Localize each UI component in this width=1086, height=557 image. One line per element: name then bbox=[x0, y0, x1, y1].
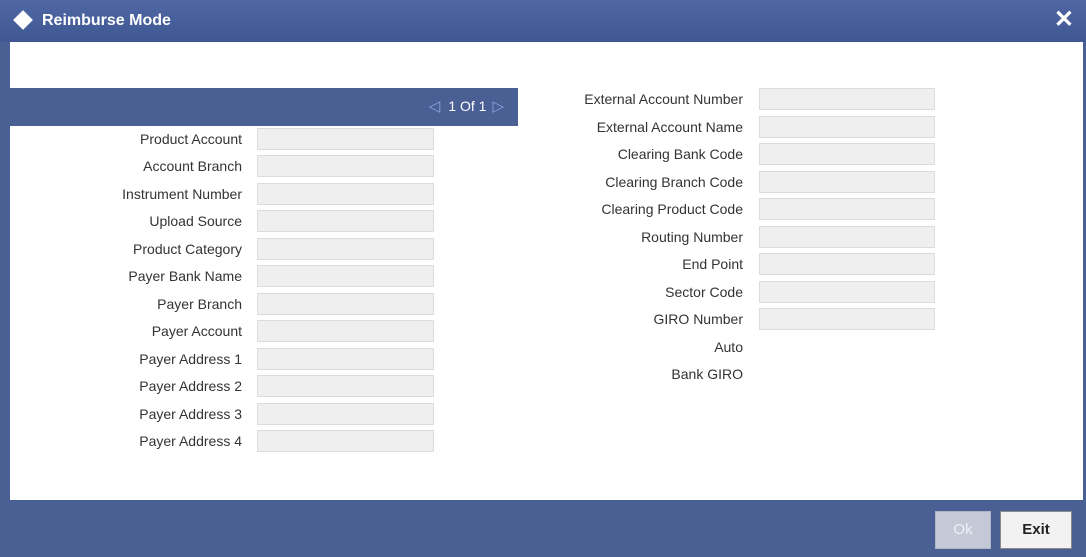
ok-button[interactable]: Ok bbox=[935, 511, 991, 549]
clearing-bank-code-label: Clearing Bank Code bbox=[617, 146, 743, 162]
payer-bank-name-field[interactable] bbox=[257, 265, 434, 287]
payer-address-1-field[interactable] bbox=[257, 348, 434, 370]
diamond-icon bbox=[13, 10, 33, 30]
payer-address-2-label: Payer Address 2 bbox=[139, 378, 242, 394]
clearing-branch-code-field[interactable] bbox=[759, 171, 935, 193]
payer-address-4-field[interactable] bbox=[257, 430, 434, 452]
record-navigation-bar: ◁ 1 Of 1 ▷ bbox=[10, 88, 518, 126]
payer-address-4-label: Payer Address 4 bbox=[139, 433, 242, 449]
product-category-field[interactable] bbox=[257, 238, 434, 260]
chevron-left-icon[interactable]: ◁ bbox=[429, 97, 441, 115]
payer-branch-field[interactable] bbox=[257, 293, 434, 315]
upload-source-field[interactable] bbox=[257, 210, 434, 232]
payer-address-3-field[interactable] bbox=[257, 403, 434, 425]
end-point-label: End Point bbox=[682, 256, 743, 272]
payer-account-label: Payer Account bbox=[151, 323, 242, 339]
instrument-number-label: Instrument Number bbox=[122, 186, 242, 202]
routing-number-label: Routing Number bbox=[641, 229, 743, 245]
sector-code-label: Sector Code bbox=[665, 284, 743, 300]
external-account-number-field[interactable] bbox=[759, 88, 935, 110]
payer-address-2-field[interactable] bbox=[257, 375, 434, 397]
external-account-name-label: External Account Name bbox=[596, 119, 743, 135]
routing-number-field[interactable] bbox=[759, 226, 935, 248]
upload-source-label: Upload Source bbox=[149, 213, 242, 229]
clearing-product-code-field[interactable] bbox=[759, 198, 935, 220]
close-icon[interactable]: ✕ bbox=[1054, 6, 1074, 34]
product-account-label: Product Account bbox=[140, 131, 242, 147]
sector-code-field[interactable] bbox=[759, 281, 935, 303]
window-title-bar: Reimburse Mode ✕ bbox=[0, 0, 1086, 42]
pager-text: 1 Of 1 bbox=[448, 98, 487, 114]
external-account-name-field[interactable] bbox=[759, 116, 935, 138]
footer-bar: Ok Exit bbox=[0, 500, 1086, 557]
clearing-product-code-label: Clearing Product Code bbox=[601, 201, 743, 217]
product-account-field[interactable] bbox=[257, 128, 434, 150]
payer-account-field[interactable] bbox=[257, 320, 434, 342]
clearing-bank-code-field[interactable] bbox=[759, 143, 935, 165]
pager: ◁ 1 Of 1 ▷ bbox=[429, 97, 504, 115]
form-panel: ◁ 1 Of 1 ▷ Product Account Account Branc… bbox=[10, 42, 1083, 500]
payer-address-3-label: Payer Address 3 bbox=[139, 406, 242, 422]
product-category-label: Product Category bbox=[133, 241, 242, 257]
giro-number-label: GIRO Number bbox=[653, 311, 743, 327]
external-account-number-label: External Account Number bbox=[584, 91, 743, 107]
payer-branch-label: Payer Branch bbox=[157, 296, 242, 312]
auto-label: Auto bbox=[714, 339, 743, 355]
payer-bank-name-label: Payer Bank Name bbox=[128, 268, 242, 284]
instrument-number-field[interactable] bbox=[257, 183, 434, 205]
chevron-right-icon[interactable]: ▷ bbox=[492, 97, 504, 115]
end-point-field[interactable] bbox=[759, 253, 935, 275]
account-branch-label: Account Branch bbox=[143, 158, 242, 174]
window-title: Reimburse Mode bbox=[42, 12, 171, 29]
exit-button[interactable]: Exit bbox=[1000, 511, 1072, 549]
clearing-branch-code-label: Clearing Branch Code bbox=[605, 174, 743, 190]
giro-number-field[interactable] bbox=[759, 308, 935, 330]
account-branch-field[interactable] bbox=[257, 155, 434, 177]
bank-giro-label: Bank GIRO bbox=[671, 366, 743, 382]
payer-address-1-label: Payer Address 1 bbox=[139, 351, 242, 367]
